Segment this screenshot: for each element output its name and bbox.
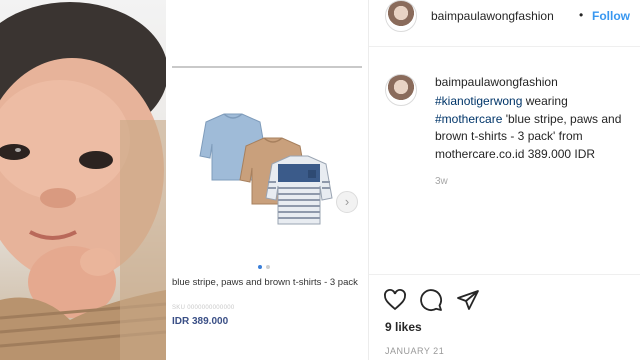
comment-timestamp: 3w (435, 176, 448, 187)
likes-count[interactable]: 9 likes (385, 320, 422, 334)
carousel-dot[interactable] (266, 265, 270, 269)
avatar[interactable] (385, 0, 417, 32)
product-card: › blue stripe, paws and brown t-shirts -… (166, 0, 368, 360)
post-username[interactable]: baimpaulawongfashion (431, 9, 554, 23)
caption-avatar[interactable] (385, 74, 417, 106)
carousel-dot[interactable] (258, 265, 262, 269)
baby-photo-illustration (0, 2, 166, 360)
chevron-right-icon[interactable]: › (336, 191, 358, 213)
carousel-progress-bar (172, 66, 362, 68)
striped-tshirt (265, 155, 333, 225)
separator-dot: • (579, 8, 584, 22)
product-image[interactable] (196, 110, 336, 228)
caption-text: #kianotigerwong wearing #mothercare 'blu… (435, 93, 640, 163)
carousel-indicator (258, 256, 274, 274)
heart-icon[interactable] (383, 288, 407, 312)
caption-text-line: mothercare.co.id 389.000 IDR (435, 146, 596, 161)
post-header: baimpaulawongfashion • Follow (369, 0, 640, 47)
caption-text-segment: 'blue stripe, paws and (502, 111, 622, 126)
instagram-post-panel: baimpaulawongfashion • Follow baimpaulaw… (368, 0, 640, 360)
caption-username[interactable]: baimpaulawongfashion (435, 75, 558, 89)
caption-text-segment: wearing (522, 94, 568, 108)
hashtag-link[interactable]: #kianotigerwong (435, 94, 522, 108)
post-photo (0, 0, 166, 360)
share-icon[interactable] (456, 288, 480, 312)
post-date: JANUARY 21 (385, 346, 445, 356)
divider (369, 274, 640, 275)
product-title[interactable]: blue stripe, paws and brown t-shirts - 3… (172, 277, 362, 289)
product-sku: SKU 0000000000000 (172, 305, 235, 311)
caption-text-line: brown t-shirts - 3 pack' from (435, 129, 583, 143)
comment-icon[interactable] (419, 288, 443, 312)
post-actions (383, 288, 488, 312)
hashtag-link[interactable]: #mothercare (435, 112, 502, 126)
follow-button[interactable]: Follow (592, 9, 630, 23)
product-price: IDR 389.000 (172, 316, 229, 327)
